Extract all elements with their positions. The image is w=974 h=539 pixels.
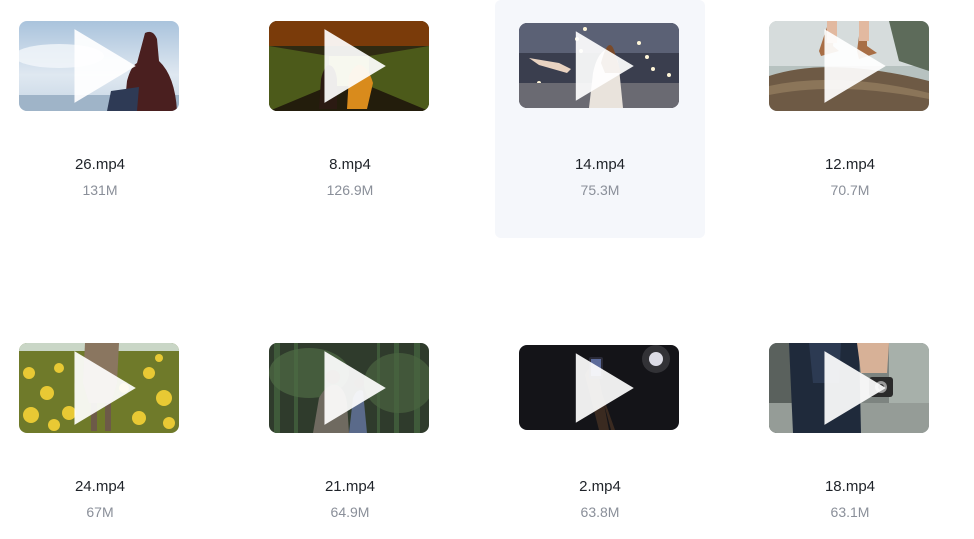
video-card[interactable]: 21.mp4 64.9M xyxy=(245,322,455,539)
play-icon xyxy=(824,29,886,103)
file-size: 70.7M xyxy=(830,182,870,198)
video-thumbnail[interactable] xyxy=(519,345,679,430)
file-size: 64.9M xyxy=(330,504,370,520)
video-thumbnail[interactable] xyxy=(269,343,429,433)
video-card[interactable]: 26.mp4 131M xyxy=(0,0,205,238)
file-size: 131M xyxy=(82,182,118,198)
file-name: 21.mp4 xyxy=(324,478,376,495)
video-file-grid: 26.mp4 131M 8.mp4 126.9M 14.mp4 75.3M 12… xyxy=(0,0,974,539)
file-size: 63.8M xyxy=(580,504,620,520)
play-icon xyxy=(824,351,886,425)
file-size: 75.3M xyxy=(580,182,620,198)
play-icon xyxy=(324,29,386,103)
file-name: 24.mp4 xyxy=(74,478,126,495)
play-icon xyxy=(74,29,136,103)
file-name: 26.mp4 xyxy=(74,156,126,173)
video-thumbnail[interactable] xyxy=(269,21,429,111)
file-size: 126.9M xyxy=(326,182,374,198)
play-icon xyxy=(324,351,386,425)
video-card[interactable]: 24.mp4 67M xyxy=(0,322,205,539)
video-card[interactable]: 18.mp4 63.1M xyxy=(745,322,955,539)
play-icon xyxy=(575,352,634,423)
video-card[interactable]: 2.mp4 63.8M xyxy=(495,322,705,539)
video-card[interactable]: 8.mp4 126.9M xyxy=(245,0,455,238)
play-icon xyxy=(575,30,634,101)
file-name: 8.mp4 xyxy=(329,156,371,173)
video-card[interactable]: 12.mp4 70.7M xyxy=(745,0,955,238)
video-thumbnail[interactable] xyxy=(19,21,179,111)
file-name: 2.mp4 xyxy=(579,478,621,495)
video-thumbnail[interactable] xyxy=(19,343,179,433)
video-card-selected[interactable]: 14.mp4 75.3M xyxy=(495,0,705,238)
file-name: 12.mp4 xyxy=(824,156,876,173)
video-thumbnail[interactable] xyxy=(769,343,929,433)
file-size: 67M xyxy=(86,504,114,520)
file-name: 18.mp4 xyxy=(824,478,876,495)
file-name: 14.mp4 xyxy=(574,156,626,173)
play-icon xyxy=(74,351,136,425)
file-size: 63.1M xyxy=(830,504,870,520)
video-thumbnail[interactable] xyxy=(769,21,929,111)
video-thumbnail[interactable] xyxy=(519,23,679,108)
